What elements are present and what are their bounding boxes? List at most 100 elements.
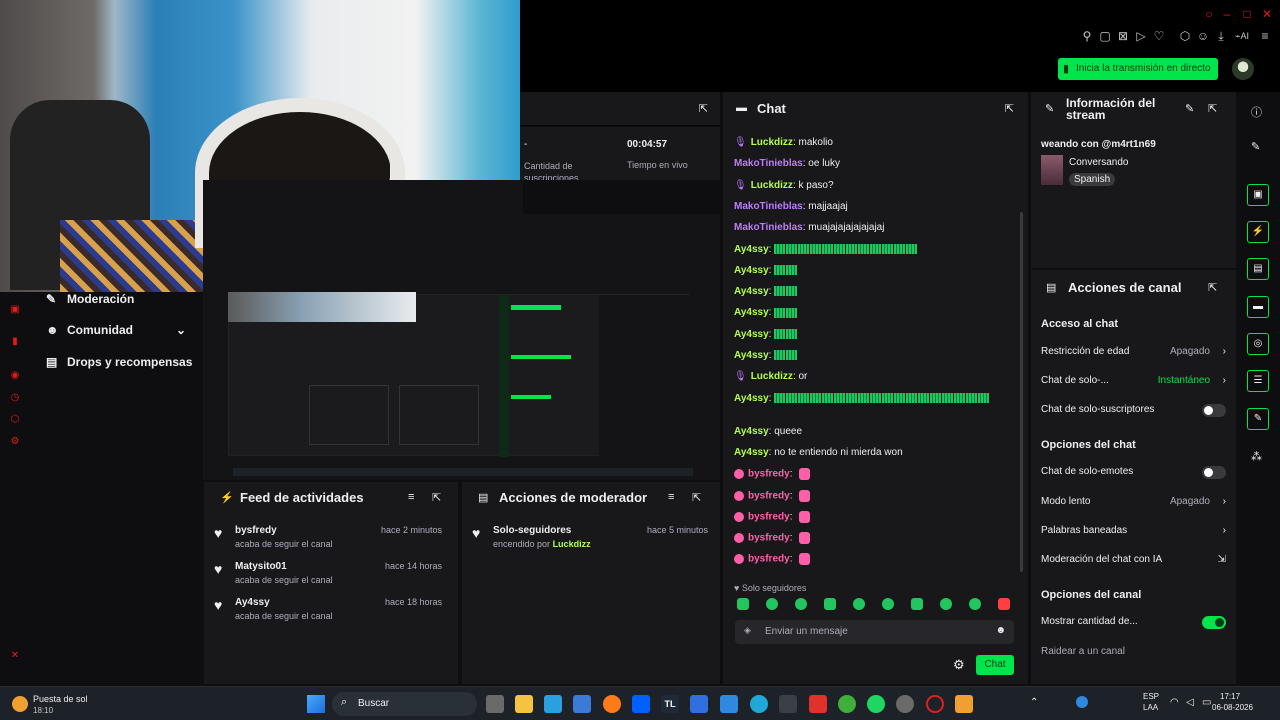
gear-icon[interactable]: ⚙	[953, 657, 965, 673]
document-icon[interactable]: ▤	[1247, 258, 1269, 280]
chat-send-button[interactable]: Chat	[976, 655, 1014, 675]
emote-icon[interactable]	[737, 598, 749, 610]
chat-username[interactable]: Luckdizz	[751, 371, 793, 382]
extensions-icon[interactable]: ⬡	[1178, 28, 1192, 44]
chat-username[interactable]: Ay4ssy	[734, 307, 769, 318]
add-panel-icon[interactable]: ⁂	[1251, 450, 1262, 463]
chat-message[interactable]: bysfredy:	[734, 532, 811, 545]
store-icon[interactable]	[573, 695, 591, 713]
rail-icon-1[interactable]: ▣	[9, 304, 21, 316]
chat-username[interactable]: Ay4ssy	[734, 447, 769, 458]
popout-icon[interactable]: ▢	[1098, 28, 1112, 44]
info-icon[interactable]: ⓘ	[1251, 104, 1262, 120]
chat-message[interactable]: bysfredy:	[734, 510, 811, 523]
chat-message[interactable]: 🎙︎ Luckdizz: or	[734, 371, 807, 382]
rail-icon-shield[interactable]: ⬡	[9, 414, 21, 426]
popout-icon[interactable]: ⇱	[692, 491, 701, 504]
task-view-icon[interactable]	[486, 695, 504, 713]
chat-message[interactable]: Ay4ssy:	[734, 265, 798, 276]
wrench-icon[interactable]: ✎	[1247, 408, 1269, 430]
maximize-icon[interactable]: □	[1240, 6, 1254, 22]
spotify-icon[interactable]	[867, 695, 885, 713]
volume-icon[interactable]: ◁	[1186, 697, 1194, 708]
emote-icon[interactable]	[853, 598, 865, 610]
chat-message[interactable]: MakoTinieblas: muajajajajajajajaj	[734, 222, 884, 233]
list-icon[interactable]: ☰	[1247, 370, 1269, 392]
chevron-up-icon[interactable]: ⌃	[1030, 697, 1038, 708]
filter-icon[interactable]: ≡	[408, 491, 414, 503]
whatsapp-icon[interactable]	[838, 695, 856, 713]
chat-icon[interactable]: ▬	[1247, 296, 1269, 318]
obs-icon[interactable]	[896, 695, 914, 713]
rail-icon-twitch[interactable]: ▮	[9, 336, 21, 348]
play-icon[interactable]: ▷	[1134, 28, 1148, 44]
edit-icon[interactable]: ✎	[1185, 102, 1194, 115]
lang-label[interactable]: ESP	[1143, 692, 1159, 701]
category-name[interactable]: Conversando	[1069, 157, 1128, 168]
edge-icon[interactable]	[750, 695, 768, 713]
mod-action-user[interactable]: Luckdizz	[553, 539, 591, 549]
row-slow-mode[interactable]: Modo lento Apagado ›	[1041, 496, 1226, 514]
chat-username[interactable]: bysfredy	[748, 533, 790, 544]
chat-username[interactable]: MakoTinieblas	[734, 201, 803, 212]
weather-label[interactable]: Puesta de sol	[33, 694, 88, 704]
show-count-toggle[interactable]	[1202, 616, 1226, 629]
firefox-icon[interactable]	[603, 695, 621, 713]
brave-icon[interactable]	[955, 695, 973, 713]
tl-app-icon[interactable]: TL	[661, 695, 679, 713]
chat-message[interactable]: Ay4ssy:	[734, 307, 798, 318]
chat-message[interactable]: Ay4ssy:	[734, 286, 798, 297]
rail-icon-x[interactable]: ✕	[9, 650, 21, 662]
chat-message[interactable]: Ay4ssy:	[734, 393, 1014, 404]
popout-icon[interactable]: ⇱	[699, 102, 708, 115]
emote-icon[interactable]	[998, 598, 1010, 610]
chat-username[interactable]: bysfredy	[748, 554, 790, 565]
chat-username[interactable]: Ay4ssy	[734, 393, 769, 404]
close-icon[interactable]: ✕	[1260, 6, 1274, 22]
popout-icon[interactable]: ⇱	[432, 491, 441, 504]
chat-message[interactable]: Ay4ssy: queee	[734, 426, 802, 437]
profile-icon[interactable]: ☺	[1196, 28, 1210, 44]
rail-icon-play[interactable]: ◉	[9, 370, 21, 382]
row-chat-solo[interactable]: Chat de solo-... Instantáneo ›	[1041, 375, 1226, 393]
heart-icon[interactable]: ♡	[1152, 28, 1166, 44]
tray-icon[interactable]	[1076, 696, 1088, 708]
chat-username[interactable]: MakoTinieblas	[734, 158, 803, 169]
emote-icon[interactable]	[911, 598, 923, 610]
chat-scrollbar[interactable]	[1020, 212, 1023, 572]
chat-username[interactable]: Ay4ssy	[734, 265, 769, 276]
chat-username[interactable]: MakoTinieblas	[734, 222, 803, 233]
bolt-icon[interactable]: ⚡	[1247, 221, 1269, 243]
emotes-only-toggle[interactable]	[1202, 466, 1226, 479]
popout-icon[interactable]: ⇱	[1208, 102, 1217, 115]
ai-icon[interactable]: ⌁AI	[1232, 28, 1252, 44]
nav-item-moderacion[interactable]: ✎ Moderación	[46, 292, 134, 306]
chat-username[interactable]: bysfredy	[748, 469, 790, 480]
rail-icon-gear[interactable]: ⚙	[9, 436, 21, 448]
subs-only-toggle[interactable]	[1202, 404, 1226, 417]
go-live-button[interactable]: ▮ Inicia la transmisión en directo	[1058, 58, 1218, 80]
app-icon[interactable]	[690, 695, 708, 713]
nav-item-comunidad[interactable]: ☻ Comunidad ⌄	[46, 323, 186, 337]
opera-icon[interactable]	[926, 695, 944, 713]
row-banned-words[interactable]: Palabras baneadas ›	[1041, 525, 1226, 543]
office-icon[interactable]	[809, 695, 827, 713]
chat-message[interactable]: 🎙︎ Luckdizz: k paso?	[734, 180, 834, 191]
windows-start-icon[interactable]	[307, 695, 325, 713]
wifi-icon[interactable]: ◠	[1170, 697, 1179, 708]
emote-icon[interactable]	[882, 598, 894, 610]
list-item[interactable]: ♥ Ay4ssy acaba de seguir el canal hace 1…	[204, 597, 454, 627]
download-icon[interactable]: ⤓	[1214, 28, 1228, 44]
list-item[interactable]: ♥ bysfredy acaba de seguir el canal hace…	[204, 525, 454, 555]
battery-icon[interactable]: ▭	[1202, 697, 1211, 708]
emote-icon[interactable]	[766, 598, 778, 610]
popout-icon[interactable]: ⇱	[1208, 281, 1217, 294]
pin-icon[interactable]: ⚲	[1080, 28, 1094, 44]
chat-username[interactable]: Luckdizz	[751, 180, 793, 191]
emote-icon[interactable]	[969, 598, 981, 610]
close-x-icon[interactable]: ⊠	[1116, 28, 1130, 44]
chat-username[interactable]: Ay4ssy	[734, 244, 769, 255]
clock-time[interactable]: 17:17	[1220, 692, 1240, 701]
row-emotes-only[interactable]: Chat de solo-emotes	[1041, 466, 1226, 484]
chat-username[interactable]: Ay4ssy	[734, 329, 769, 340]
